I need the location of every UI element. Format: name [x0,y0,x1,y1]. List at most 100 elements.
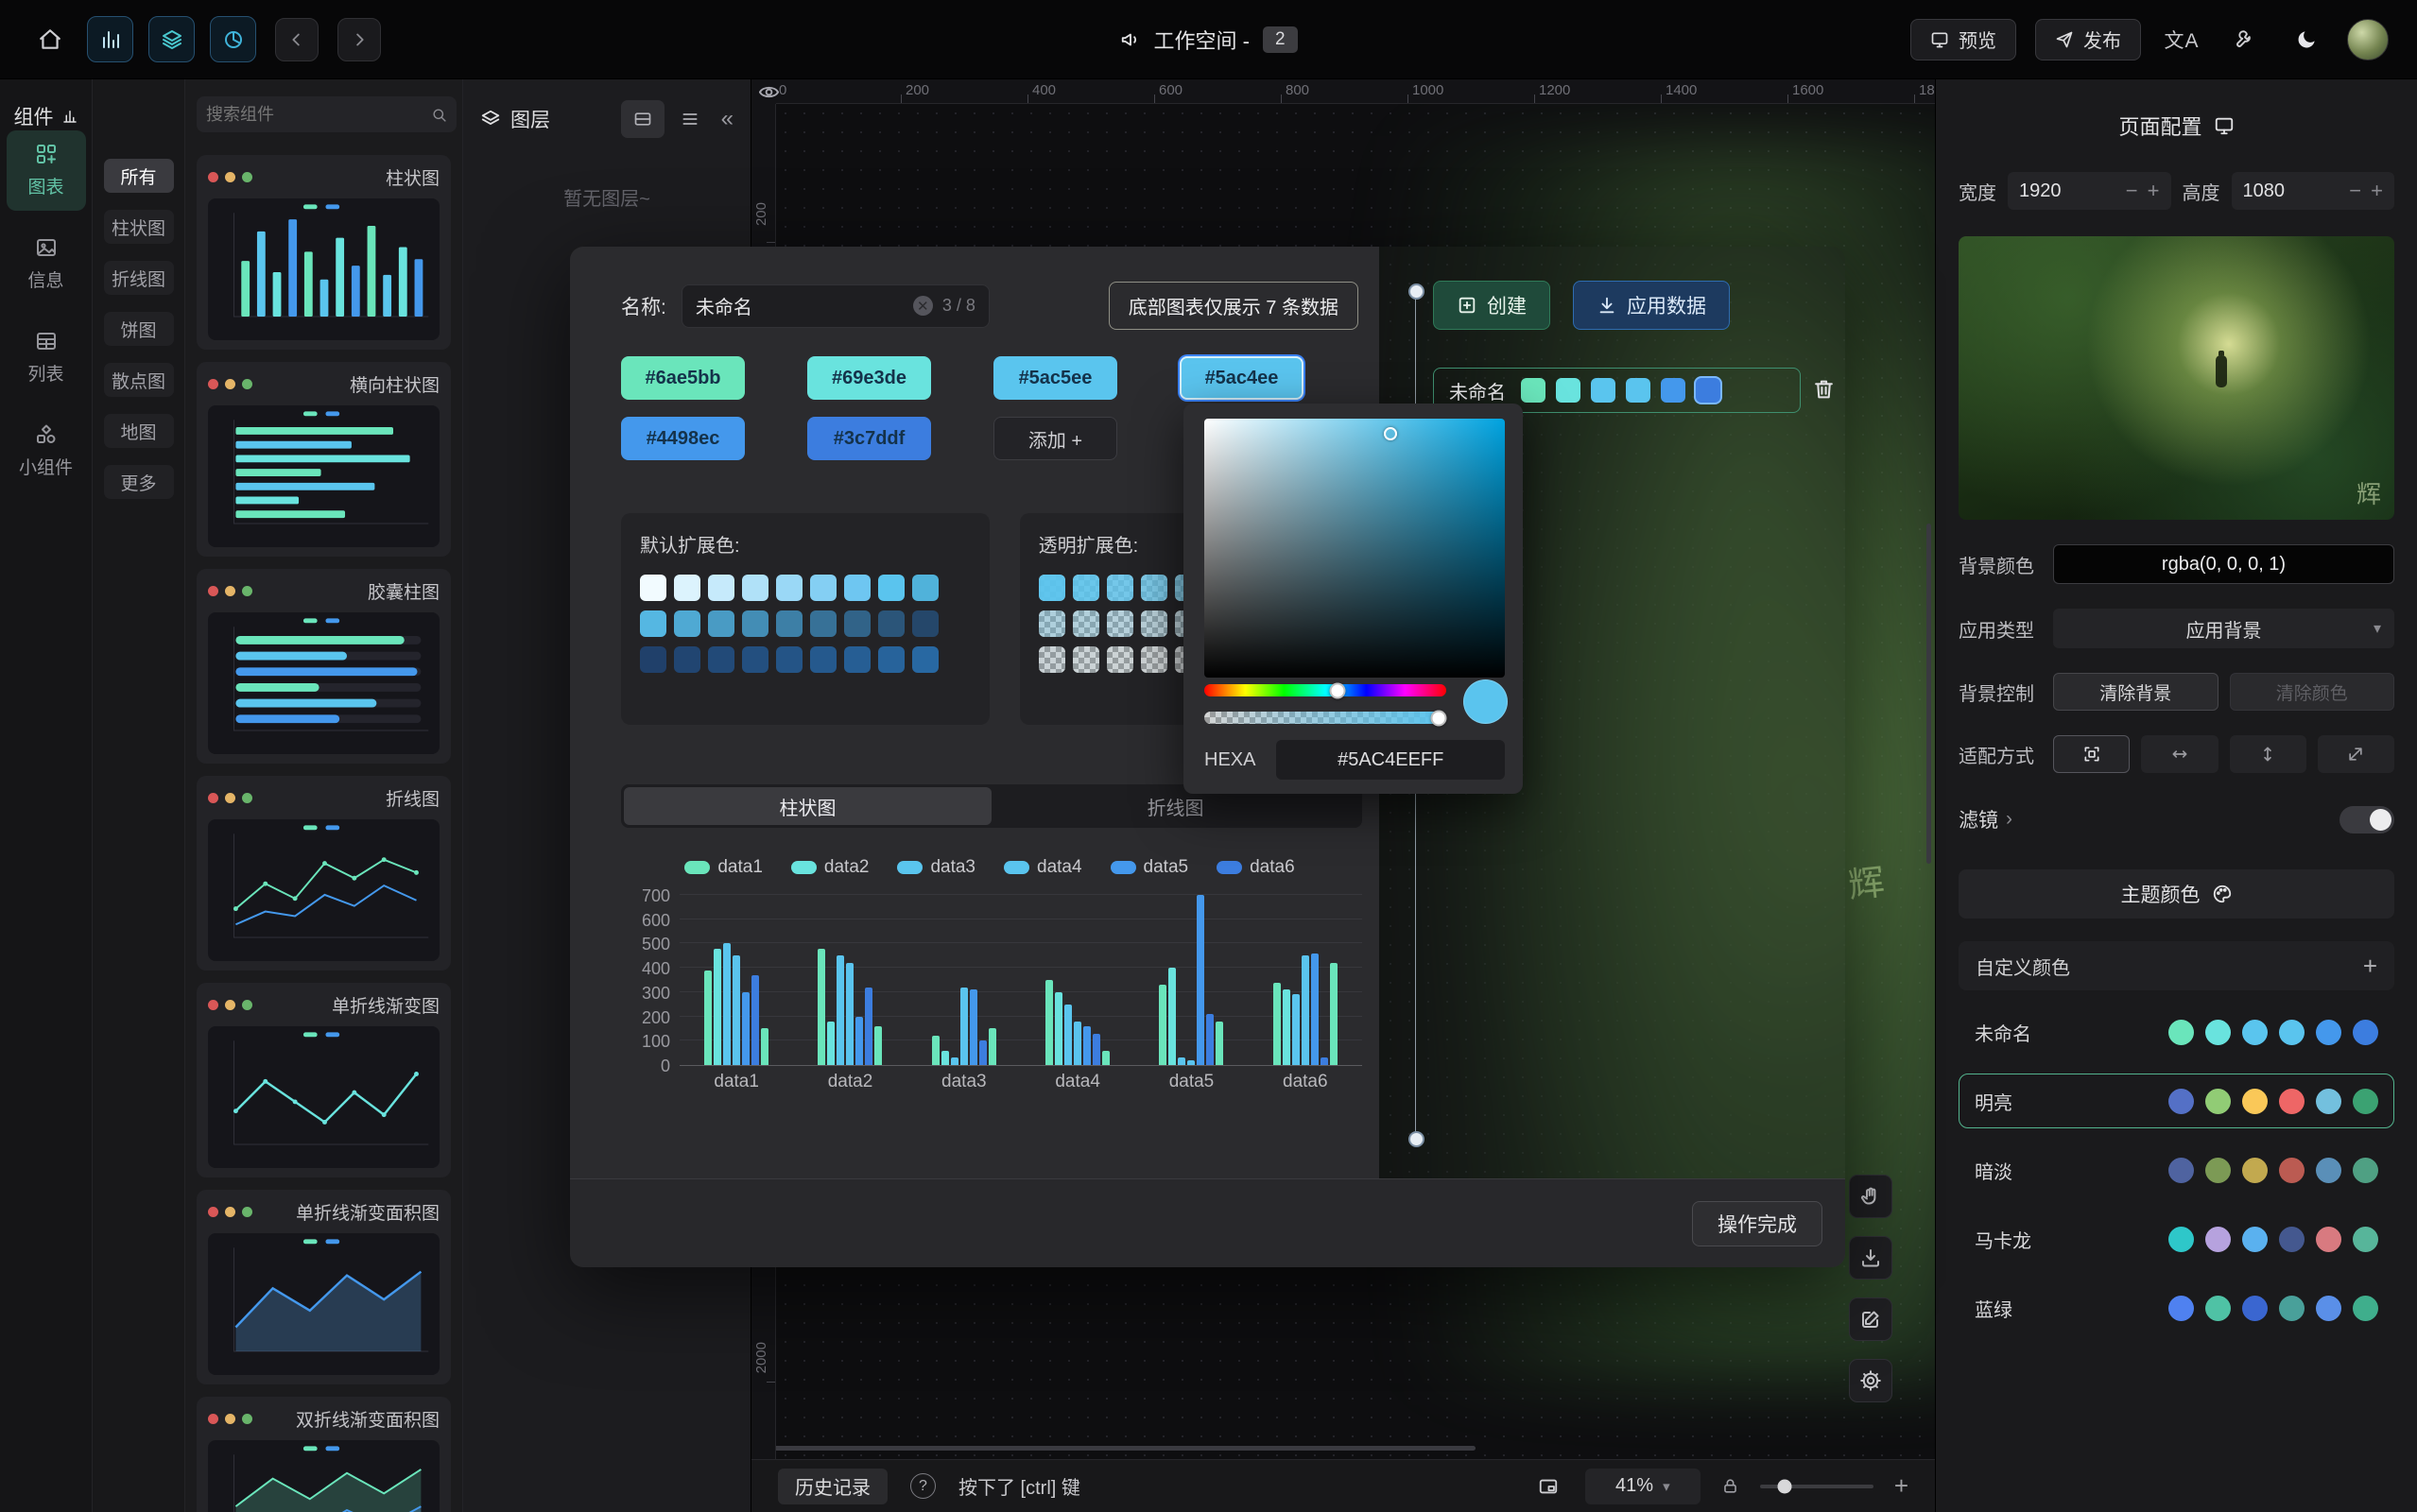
alpha-handle[interactable] [1431,710,1447,726]
background-image-preview[interactable]: 辉 [1959,236,2394,520]
theme-row-明亮[interactable]: 明亮 [1959,1074,2394,1128]
theme-color-chip[interactable] [1521,378,1545,403]
bar[interactable] [979,1040,987,1065]
chart-tool-button[interactable] [87,16,133,62]
component-card-capsule[interactable]: 胶囊柱图 [197,569,451,764]
default-ext-color-cell[interactable] [742,575,768,601]
default-ext-color-cell[interactable] [844,646,871,673]
bar[interactable] [846,963,854,1065]
default-ext-color-cell[interactable] [912,646,939,673]
transparent-ext-color-cell[interactable] [1107,610,1133,637]
width-stepper[interactable]: 1920 − + [2008,172,2171,210]
fit-stretch-button[interactable] [2318,735,2394,773]
bar[interactable] [818,949,825,1065]
saturation-cursor[interactable] [1384,427,1397,440]
clear-input-icon[interactable]: ✕ [913,296,933,316]
bar[interactable] [1168,968,1176,1065]
transparent-ext-color-cell[interactable] [1107,575,1133,601]
transparent-ext-color-cell[interactable] [1039,646,1065,673]
delete-theme-button[interactable] [1812,377,1836,401]
theme-color-chip[interactable] [1661,378,1685,403]
default-ext-color-cell[interactable] [912,575,939,601]
bar[interactable] [1321,1057,1328,1065]
theme-color-chip[interactable] [1556,378,1580,403]
bar[interactable] [1159,985,1166,1065]
default-ext-color-cell[interactable] [810,646,837,673]
bar[interactable] [1283,989,1290,1065]
tab-柱状图[interactable]: 柱状图 [624,787,992,825]
transparent-ext-color-cell[interactable] [1141,610,1167,637]
legend-item-data3[interactable]: data3 [897,856,975,879]
saturation-area[interactable] [1204,419,1505,678]
bar[interactable] [1302,955,1309,1065]
default-ext-color-cell[interactable] [674,610,700,637]
bar[interactable] [751,975,759,1065]
operation-done-button[interactable]: 操作完成 [1692,1201,1822,1246]
component-card-line2[interactable]: 折线图 [197,776,451,971]
color-swatch-5ac5ee[interactable]: #5ac5ee [993,356,1117,400]
color-swatch-3c7ddf[interactable]: #3c7ddf [807,417,931,460]
theme-color-chip[interactable] [1696,378,1720,403]
category-散点图[interactable]: 散点图 [104,363,174,397]
default-ext-color-cell[interactable] [640,575,666,601]
legend-item-data1[interactable]: data1 [684,856,763,879]
language-button[interactable]: 文A [2160,18,2203,61]
add-color-button[interactable]: 添加 + [993,417,1117,460]
apply-data-button[interactable]: 应用数据 [1573,281,1730,330]
bar[interactable] [742,992,750,1065]
visibility-toggle-button[interactable] [758,81,780,103]
default-ext-color-cell[interactable] [640,610,666,637]
bar[interactable] [855,1017,863,1065]
height-stepper[interactable]: 1080 − + [2232,172,2395,210]
bar[interactable] [1216,1022,1223,1065]
transparent-ext-color-cell[interactable] [1073,610,1099,637]
default-ext-color-cell[interactable] [640,646,666,673]
component-card-bar[interactable]: 柱状图 [197,155,451,350]
minimap-button[interactable] [1532,1470,1564,1503]
clear-color-button[interactable]: 清除颜色 [2230,673,2395,711]
bar[interactable] [1178,1057,1185,1065]
bar[interactable] [1102,1051,1110,1065]
default-ext-color-cell[interactable] [844,610,871,637]
clear-background-button[interactable]: 清除背景 [2053,673,2218,711]
zoom-in-button[interactable]: + [1894,1471,1908,1501]
bar[interactable] [1330,963,1338,1065]
default-ext-color-cell[interactable] [708,575,734,601]
layer-thumb-view-button[interactable] [621,100,665,138]
category-所有[interactable]: 所有 [104,159,174,193]
default-ext-color-cell[interactable] [810,575,837,601]
fit-contain-button[interactable] [2053,735,2130,773]
bar[interactable] [1187,1060,1195,1065]
transparent-ext-color-cell[interactable] [1073,646,1099,673]
height-plus[interactable]: + [2371,179,2383,203]
search-input[interactable] [206,105,425,125]
default-ext-color-cell[interactable] [912,610,939,637]
zoom-slider[interactable] [1760,1485,1873,1488]
transparent-ext-color-cell[interactable] [1141,646,1167,673]
category-饼图[interactable]: 饼图 [104,312,174,346]
sidebar-item-widgets[interactable]: 小组件 [7,411,86,491]
bar[interactable] [714,949,721,1065]
forward-button[interactable] [337,18,381,61]
height-minus[interactable]: − [2349,179,2361,203]
hue-handle[interactable] [1329,682,1345,698]
component-card-area1[interactable]: 单折线渐变面积图 [197,1190,451,1384]
bar[interactable] [932,1036,940,1065]
zoom-lock-icon[interactable] [1721,1477,1739,1495]
bar[interactable] [951,1057,958,1065]
bar[interactable] [1292,994,1300,1065]
bar[interactable] [874,1026,882,1065]
layer-list-view-button[interactable] [668,100,712,138]
default-ext-color-cell[interactable] [708,610,734,637]
category-柱状图[interactable]: 柱状图 [104,210,174,244]
bar[interactable] [1197,895,1204,1065]
default-ext-color-cell[interactable] [674,646,700,673]
zoom-slider-knob[interactable] [1778,1479,1792,1493]
color-swatch-4498ec[interactable]: #4498ec [621,417,745,460]
color-swatch-6ae5bb[interactable]: #6ae5bb [621,356,745,400]
collapse-panel-button[interactable]: « [721,106,734,132]
hex-input[interactable]: #5AC4EEFF [1276,740,1505,780]
theme-row-蓝绿[interactable]: 蓝绿 [1959,1280,2394,1335]
bar[interactable] [723,943,731,1065]
component-card-line1[interactable]: 单折线渐变图 [197,983,451,1177]
